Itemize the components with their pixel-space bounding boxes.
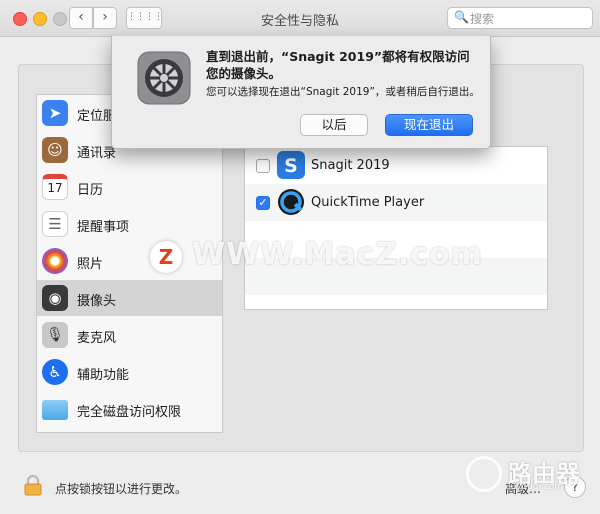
sidebar-item-full-disk-access[interactable]: 完全磁盘访问权限: [37, 391, 222, 427]
later-button[interactable]: 以后: [300, 114, 368, 136]
watermark-text: WWW.MacZ.com: [192, 237, 483, 272]
reminders-icon: ☰: [42, 211, 68, 237]
accessibility-icon: ♿: [42, 359, 68, 385]
title-bar: ‹ › ⋮⋮⋮⋮ 安全性与隐私 🔍 搜索: [0, 0, 600, 37]
sidebar-item-accessibility[interactable]: ♿ 辅助功能: [37, 354, 222, 390]
sidebar-item-microphone[interactable]: 🎙 麦克风: [37, 317, 222, 353]
search-field[interactable]: 🔍 搜索: [447, 7, 593, 29]
calendar-icon: 17: [42, 174, 68, 200]
microphone-icon: 🎙: [42, 322, 68, 348]
camera-icon: ◉: [42, 285, 68, 311]
app-name: Snagit 2019: [311, 158, 390, 173]
router-logo-icon: [466, 456, 502, 492]
contacts-book-icon: ☺: [42, 137, 68, 163]
lock-message: 点按锁按钮以进行更改。: [55, 482, 188, 496]
sidebar-item-label: 日历: [77, 183, 104, 198]
dialog-title: 直到退出前，“Snagit 2019”都将有权限访问您的摄像头。: [206, 49, 470, 81]
search-placeholder: 搜索: [470, 12, 495, 26]
sidebar-item-label: 提醒事项: [77, 220, 130, 235]
sidebar-item-camera[interactable]: ◉ 摄像头: [37, 280, 222, 316]
quit-now-button[interactable]: 现在退出: [385, 114, 473, 136]
sidebar-item-label: 辅助功能: [77, 368, 130, 383]
location-arrow-icon: ➤: [42, 100, 68, 126]
sidebar-item-label: 完全磁盘访问权限: [77, 405, 182, 420]
system-preferences-gear-icon: [137, 51, 191, 105]
corner-watermark: 路由器 luyouqi.com: [462, 452, 590, 502]
sidebar-item-label: 摄像头: [77, 294, 117, 309]
dialog-message: 您可以选择现在退出“Snagit 2019”，或者稍后自行退出。: [206, 86, 480, 98]
list-item: ✓ QuickTime Player: [245, 184, 547, 221]
svg-text:S: S: [284, 155, 298, 177]
corner-watermark-url: luyouqi.com: [508, 482, 564, 492]
list-item: S Snagit 2019: [245, 147, 547, 184]
lock-icon[interactable]: [22, 474, 44, 496]
sidebar-item-label: 照片: [77, 257, 104, 272]
snagit-checkbox[interactable]: [256, 159, 270, 173]
snagit-icon: S: [277, 151, 305, 179]
app-name: QuickTime Player: [311, 195, 425, 210]
photos-icon: ✿: [42, 248, 68, 274]
quicktime-checkbox[interactable]: ✓: [256, 196, 270, 210]
sidebar-item-label: 麦克风: [77, 331, 117, 346]
sidebar-item-calendar[interactable]: 17 日历: [37, 169, 222, 205]
folder-icon: [42, 400, 68, 420]
quicktime-icon: [278, 189, 304, 215]
app-list: S Snagit 2019 ✓ QuickTime Player: [244, 146, 548, 310]
search-icon: 🔍: [454, 10, 469, 24]
watermark-logo: Z: [150, 241, 182, 273]
quit-alert-dialog: 直到退出前，“Snagit 2019”都将有权限访问您的摄像头。 您可以选择现在…: [111, 36, 491, 149]
